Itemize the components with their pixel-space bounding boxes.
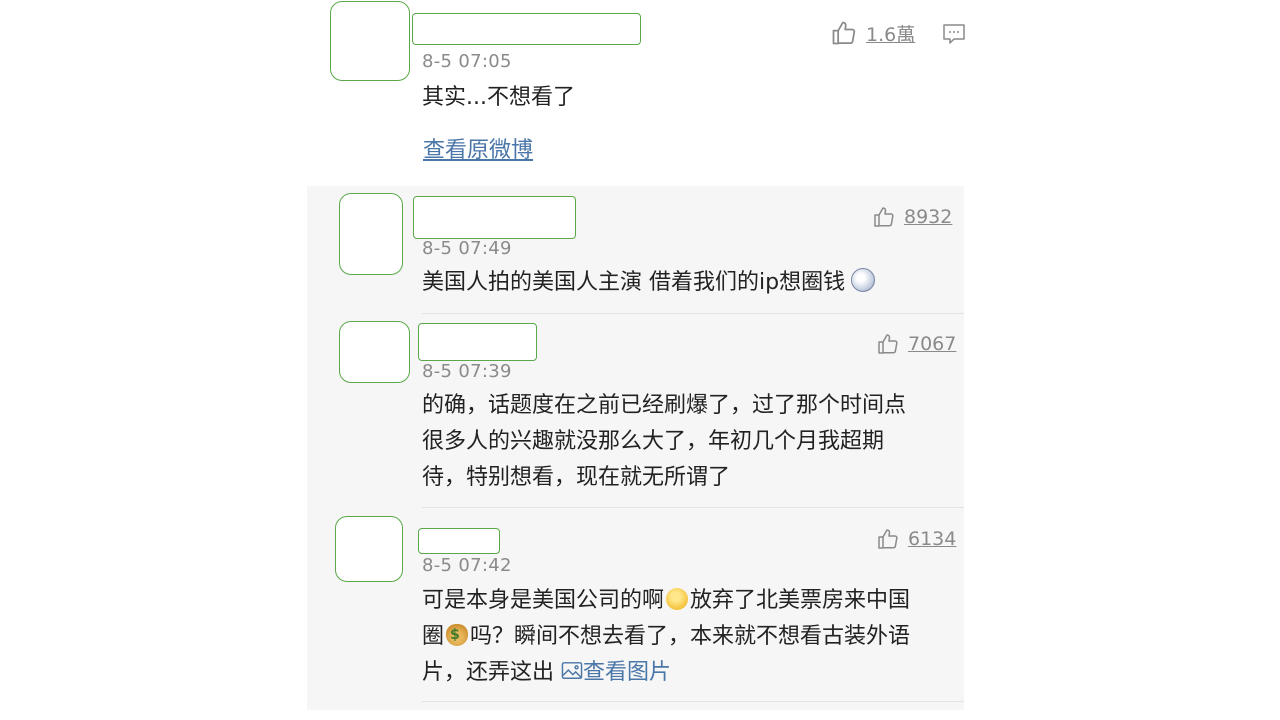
reply-text: 美国人拍的美国人主演 借着我们的ip想圈钱 (422, 265, 877, 301)
like-button[interactable]: 6134 (876, 527, 956, 551)
reply-time: 8-5 07:49 (422, 238, 512, 259)
post-text: 其实...不想看了 (422, 85, 575, 110)
like-button[interactable]: 8932 (872, 205, 952, 229)
thumbs-up-icon (878, 334, 898, 354)
thumbs-up-icon (874, 207, 894, 227)
username[interactable] (418, 323, 537, 361)
reply-time: 8-5 07:42 (422, 555, 512, 576)
divider (422, 313, 964, 314)
divider (422, 701, 964, 702)
avatar[interactable] (335, 516, 403, 582)
reply-line: 放弃了北美票房来中国 (690, 588, 911, 613)
money-bag-emoji-icon: $ (446, 624, 469, 646)
thumbs-up-icon (878, 529, 898, 549)
post-time: 8-5 07:05 (422, 51, 512, 72)
shushing-face-emoji-icon (666, 588, 689, 610)
reply-line: 可是本身是美国公司的啊 (422, 588, 665, 613)
reply-line: 很多人的兴趣就没那么大了，年初几个月我超期 (422, 429, 885, 454)
like-button[interactable]: 1.6萬 (830, 19, 915, 47)
reply-line: 吗？瞬间不想去看了，本来就不想看古装外语 (470, 624, 911, 649)
like-count: 7067 (908, 333, 957, 355)
dizzy-face-emoji-icon (851, 268, 876, 292)
reply-line: 待，特别想看，现在就无所谓了 (422, 465, 731, 490)
reply-time: 8-5 07:39 (422, 361, 512, 382)
avatar[interactable] (339, 321, 410, 383)
reply-line: 的确，话题度在之前已经刷爆了，过了那个时间点 (422, 393, 907, 418)
view-image-label: 查看图片 (583, 660, 672, 685)
reply-line: 美国人拍的美国人主演 借着我们的ip想圈钱 (422, 270, 846, 295)
image-icon (561, 662, 583, 679)
username[interactable] (413, 196, 576, 239)
view-original-link[interactable]: 查看原微博 (423, 133, 533, 169)
like-count: 1.6萬 (866, 23, 916, 46)
like-count: 6134 (908, 528, 957, 550)
divider (422, 507, 964, 508)
reply-text: 的确，话题度在之前已经刷爆了，过了那个时间点 很多人的兴趣就没那么大了，年初几个… (422, 388, 906, 496)
username[interactable] (418, 528, 500, 554)
view-image-link[interactable]: 查看图片 (561, 660, 671, 685)
reply-line: 圈 (422, 624, 445, 649)
reply-text: 可是本身是美国公司的啊 放弃了北美票房来中国 圈 $ 吗？瞬间不想去看了，本来就不想看… (422, 583, 910, 691)
comment-icon[interactable] (942, 22, 966, 46)
like-count: 8932 (904, 206, 953, 228)
thumbs-up-icon (832, 21, 856, 45)
avatar[interactable] (330, 1, 410, 81)
avatar[interactable] (339, 193, 403, 275)
username[interactable] (412, 13, 641, 45)
reply-line: 片，还弄这出 (422, 660, 555, 685)
like-button[interactable]: 7067 (876, 332, 956, 356)
